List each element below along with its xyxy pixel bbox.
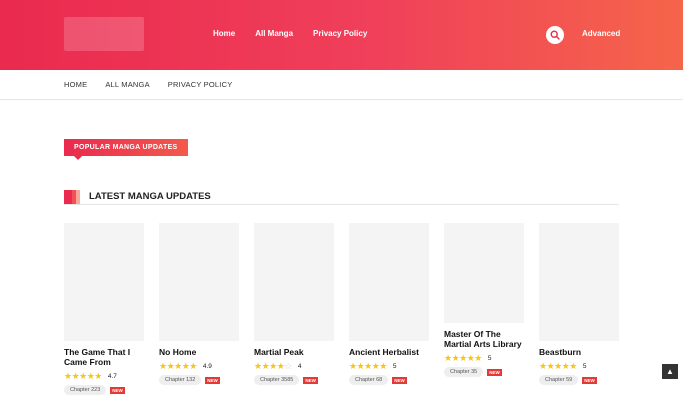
search-button[interactable] <box>546 26 564 44</box>
new-badge: NEW <box>110 386 125 394</box>
star-rating-icon: ★★★★★ <box>159 361 197 371</box>
site-header: Home All Manga Privacy Policy Advanced <box>0 0 683 70</box>
chapter-row: Chapter 35 NEW <box>444 367 524 377</box>
star-rating-icon: ★★★★★ <box>444 353 482 363</box>
heading-accent-icon <box>64 190 80 204</box>
rating-score: 4.9 <box>202 363 212 370</box>
latest-heading-bar: LATEST MANGA UPDATES <box>64 190 619 205</box>
manga-title[interactable]: Martial Peak <box>254 347 334 357</box>
subnav-all-manga[interactable]: ALL MANGA <box>105 80 149 89</box>
manga-cover[interactable] <box>349 223 429 341</box>
subnav-privacy-policy[interactable]: PRIVACY POLICY <box>168 80 233 89</box>
latest-heading: LATEST MANGA UPDATES <box>89 191 211 202</box>
subnav-home[interactable]: HOME <box>64 80 87 89</box>
new-badge: NEW <box>582 376 597 384</box>
rating: ★★★★☆ 4 <box>254 362 334 371</box>
popular-heading: POPULAR MANGA UPDATES <box>64 139 188 160</box>
manga-cover[interactable] <box>159 223 239 341</box>
manga-title[interactable]: No Home <box>159 347 239 357</box>
manga-title[interactable]: Beastburn <box>539 347 619 357</box>
manga-title[interactable]: Ancient Herbalist <box>349 347 429 357</box>
rating-score: 4.7 <box>107 373 117 380</box>
secondary-nav: HOME ALL MANGA PRIVACY POLICY <box>0 70 683 100</box>
rating-score: 5 <box>487 355 492 362</box>
manga-card[interactable]: No Home ★★★★★ 4.9 Chapter 132 NEW <box>159 223 239 385</box>
rating: ★★★★★ 5 <box>444 354 524 363</box>
rating: ★★★★★ 4.7 <box>64 372 144 381</box>
new-badge: NEW <box>487 368 502 376</box>
rating: ★★★★★ 5 <box>539 362 619 371</box>
manga-card[interactable]: Beastburn ★★★★★ 5 Chapter 59 NEW <box>539 223 619 385</box>
chapter-row: Chapter 223 NEW <box>64 385 144 395</box>
new-badge: NEW <box>392 376 407 384</box>
star-rating-icon: ★★★★★ <box>64 371 102 381</box>
star-rating-icon: ★★★★★ <box>349 361 387 371</box>
advanced-search-link[interactable]: Advanced <box>582 29 620 38</box>
manga-card[interactable]: Ancient Herbalist ★★★★★ 5 Chapter 68 NEW <box>349 223 429 385</box>
new-badge: NEW <box>205 376 220 384</box>
chapter-link[interactable]: Chapter 35 <box>444 367 484 377</box>
manga-card[interactable]: Martial Peak ★★★★☆ 4 Chapter 3585 NEW <box>254 223 334 385</box>
nav-all-manga[interactable]: All Manga <box>255 29 293 38</box>
site-logo[interactable] <box>64 17 144 51</box>
manga-card[interactable]: The Game That I Came From ★★★★★ 4.7 Chapter… <box>64 223 144 395</box>
star-rating-icon: ★★★★☆ <box>254 361 292 371</box>
star-rating-icon: ★★★★★ <box>539 361 577 371</box>
arrow-up-icon: ▲ <box>666 367 674 376</box>
manga-cover[interactable] <box>539 223 619 341</box>
manga-title[interactable]: Master Of The Martial Arts Library <box>444 329 524 349</box>
chapter-link[interactable]: Chapter 223 <box>64 385 107 395</box>
manga-cover[interactable] <box>64 223 144 341</box>
manga-cover[interactable] <box>254 223 334 341</box>
manga-title[interactable]: The Game That I Came From <box>64 347 144 367</box>
new-badge: NEW <box>303 376 318 384</box>
search-icon <box>550 30 560 40</box>
rating: ★★★★★ 4.9 <box>159 362 239 371</box>
nav-home[interactable]: Home <box>213 29 235 38</box>
top-nav: Home All Manga Privacy Policy <box>213 29 387 38</box>
rating-score: 4 <box>297 363 302 370</box>
rating-score: 5 <box>392 363 397 370</box>
nav-privacy-policy[interactable]: Privacy Policy <box>313 29 367 38</box>
rating-score: 5 <box>582 363 587 370</box>
manga-card[interactable]: Master Of The Martial Arts Library ★★★★★ 5… <box>444 223 524 377</box>
rating: ★★★★★ 5 <box>349 362 429 371</box>
back-to-top-button[interactable]: ▲ <box>662 364 678 379</box>
manga-cover[interactable] <box>444 223 524 323</box>
